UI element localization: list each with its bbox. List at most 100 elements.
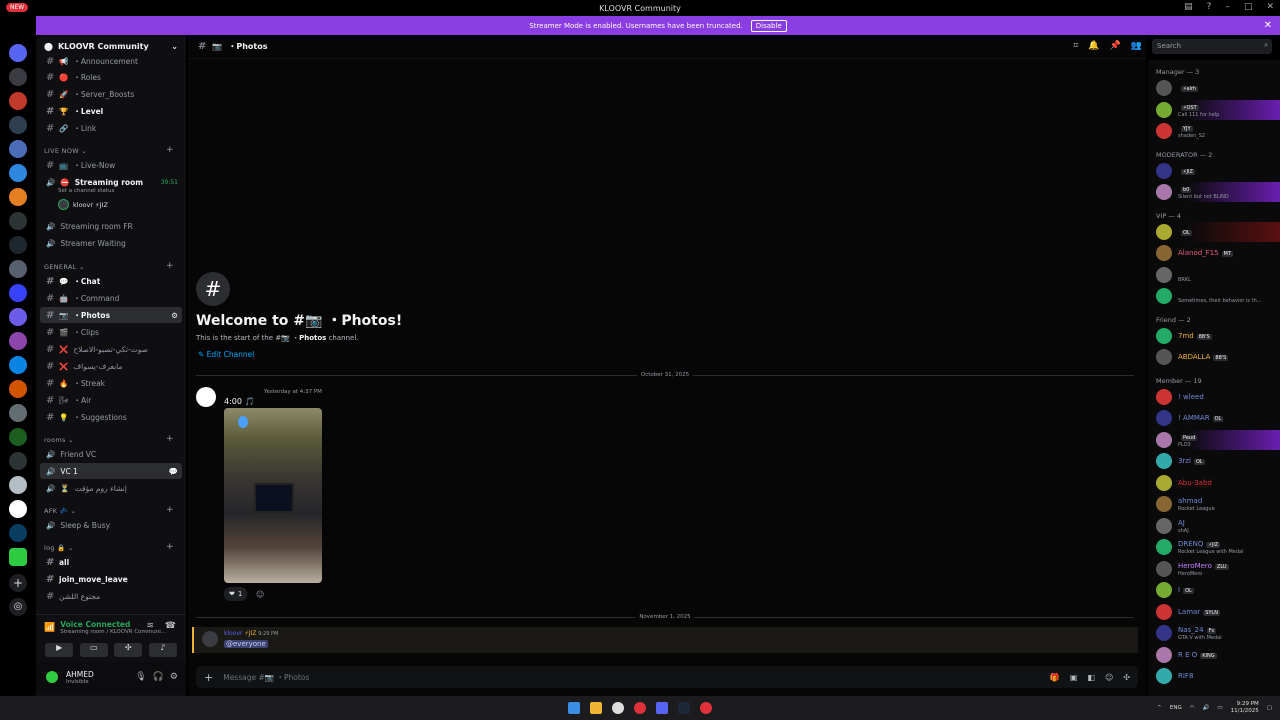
channel-suggestions[interactable]: # 💡 ・Suggestions	[40, 409, 182, 425]
channel-live-now[interactable]: # 📺 ・Live-Now	[40, 157, 182, 173]
member-row[interactable]: DRENQ ⚡JIZ Rocket League with Medal	[1148, 537, 1280, 557]
member-row[interactable]: ! AMMAR OL	[1148, 408, 1280, 428]
steam-icon[interactable]	[678, 702, 690, 714]
minimize-button[interactable]: –	[1225, 2, 1230, 12]
avatar[interactable]	[202, 631, 218, 647]
server-icon[interactable]	[9, 284, 27, 302]
language-indicator[interactable]: ENG	[1170, 705, 1182, 711]
signal-icon[interactable]: 📶	[44, 623, 55, 633]
server-icon[interactable]	[9, 212, 27, 230]
server-icon[interactable]	[9, 500, 27, 518]
channel-photos[interactable]: # 📷 ・Photos ⚙	[40, 307, 182, 323]
member-row[interactable]: BRKL	[1148, 265, 1280, 285]
server-icon[interactable]	[9, 524, 27, 542]
photo-attachment[interactable]	[224, 408, 322, 583]
server-icon[interactable]	[9, 452, 27, 470]
channel-command[interactable]: # 🤖 ・Command	[40, 290, 182, 306]
add-channel-icon[interactable]: +	[166, 145, 174, 155]
gif-icon[interactable]: ▣	[1070, 673, 1078, 682]
notification-icon[interactable]: ▢	[1267, 705, 1272, 711]
member-row[interactable]: Sometimes, their behavior is th...	[1148, 286, 1280, 306]
disable-streamer-button[interactable]: Disable	[750, 19, 787, 32]
voice-channel-streamer-waiting[interactable]: 🔊 Streamer Waiting	[40, 235, 182, 251]
chevron-up-icon[interactable]: ⌃	[1157, 705, 1162, 711]
volume-icon[interactable]: 🔊	[1203, 705, 1210, 711]
clock[interactable]: 9:29 PM 11/1/2025	[1231, 701, 1259, 715]
voice-channel-create-temp[interactable]: 🔊 ⏳ إنشاء روم مؤقت	[40, 480, 182, 496]
start-icon[interactable]	[568, 702, 580, 714]
channel-arabic-log[interactable]: # مجتوع اللشن	[40, 588, 182, 604]
add-channel-icon[interactable]: +	[166, 434, 174, 444]
channel-level[interactable]: # 🏆 ・Level	[40, 103, 182, 119]
threads-icon[interactable]: ⌗	[1073, 41, 1078, 51]
message-input[interactable]: + Message #📷 ・Photos 🎁 ▣ ◧ ☺ ✣	[196, 666, 1138, 688]
disconnect-icon[interactable]: ☎	[165, 621, 176, 631]
help-icon[interactable]: ?	[1207, 2, 1212, 12]
message-author[interactable]: kloovr	[224, 630, 243, 637]
everyone-mention[interactable]: @everyone	[224, 640, 268, 648]
avatar[interactable]	[196, 387, 216, 407]
mic-icon[interactable]: 🎙	[135, 672, 146, 682]
member-row[interactable]: ABDALLA 88'S	[1148, 347, 1280, 367]
camera-off-button[interactable]: ▶	[45, 643, 74, 657]
server-icon[interactable]	[9, 356, 27, 374]
member-row[interactable]: Abu-3abd	[1148, 473, 1280, 493]
attach-plus-icon[interactable]: +	[204, 671, 213, 684]
member-row[interactable]: Alanod_F15 MT	[1148, 243, 1280, 263]
server-icon[interactable]	[9, 308, 27, 326]
voice-channel-streaming-room-fr[interactable]: 🔊 Streaming room FR	[40, 218, 182, 234]
server-icon[interactable]	[9, 116, 27, 134]
noise-suppression-icon[interactable]: ≋	[146, 621, 154, 631]
channel-arabic-2[interactable]: # ❌ مابعرف-يسواف	[40, 358, 182, 374]
channel-announcement[interactable]: # 📢 ・Announcement	[40, 53, 182, 69]
channel-roles[interactable]: # 🔴 ・Roles	[40, 69, 182, 85]
server-icon[interactable]	[9, 68, 27, 86]
member-row[interactable]: ahmad Rocket League	[1148, 494, 1280, 514]
category-general[interactable]: GENERAL ⌄ +	[44, 261, 174, 271]
app-icon[interactable]	[700, 702, 712, 714]
member-row[interactable]: ⚡JIZ	[1148, 161, 1280, 181]
member-row[interactable]: OL	[1148, 221, 1280, 242]
member-row[interactable]: RIF8	[1148, 666, 1280, 686]
maximize-button[interactable]: □	[1244, 2, 1253, 12]
kick-server-icon[interactable]	[9, 548, 27, 566]
category-log[interactable]: log 🔒 ⌄ +	[44, 542, 174, 552]
server-icon[interactable]	[9, 476, 27, 494]
reaction-heart[interactable]: ❤ 1	[224, 587, 248, 601]
activities-button[interactable]: ✣	[114, 643, 143, 657]
member-row[interactable]: Nas_24 Fs GTA V with Medal	[1148, 623, 1280, 643]
member-row[interactable]: 7md 88'S	[1148, 326, 1280, 346]
chrome-icon[interactable]	[634, 702, 646, 714]
server-icon[interactable]	[9, 92, 27, 110]
gear-icon[interactable]: ⚙	[170, 672, 178, 682]
voice-channel-friend-vc[interactable]: 🔊 Friend VC	[40, 446, 182, 462]
add-server-icon[interactable]: +	[9, 574, 27, 592]
battery-icon[interactable]: ▭	[1217, 705, 1222, 711]
file-explorer-icon[interactable]	[590, 702, 602, 714]
wifi-icon[interactable]: ◠	[1190, 705, 1195, 711]
member-row[interactable]: b0 Silent but not BLIND	[1148, 182, 1280, 202]
member-row[interactable]: ⚡OST Call 111 for help	[1148, 99, 1280, 120]
bell-icon[interactable]: 🔔	[1088, 41, 1099, 51]
channel-server-boosts[interactable]: # 🚀 ・Server_Boosts	[40, 86, 182, 102]
member-row[interactable]: Peud PLO3	[1148, 429, 1280, 450]
soundboard-button[interactable]: ♪	[148, 643, 177, 657]
member-row[interactable]: ! wleed	[1148, 387, 1280, 407]
headphones-icon[interactable]: 🎧	[153, 672, 164, 682]
category-live-now[interactable]: LIVE NOW ⌄ +	[44, 145, 174, 155]
channel-chat[interactable]: # 💬 ・Chat	[40, 273, 182, 289]
server-icon[interactable]	[9, 140, 27, 158]
member-row[interactable]: 3rzi OL	[1148, 451, 1280, 471]
chat-icon[interactable]: 💬	[169, 467, 178, 476]
channel-all[interactable]: # all	[40, 554, 182, 570]
member-row[interactable]: YJY shaden_S2	[1148, 121, 1280, 141]
server-icon[interactable]	[9, 380, 27, 398]
explore-icon[interactable]: ◎	[9, 598, 27, 616]
close-banner-icon[interactable]: ✕	[1264, 20, 1272, 31]
channel-status[interactable]: Set a channel status	[58, 188, 114, 194]
channel-arabic-1[interactable]: # ❌ صوت-تكي-تصبو-الاصلاح	[40, 341, 182, 357]
member-row[interactable]: ⚡alrh	[1148, 78, 1280, 98]
settings-icon[interactable]	[612, 702, 624, 714]
sticker-icon[interactable]: ◧	[1087, 673, 1095, 682]
gear-icon[interactable]: ⚙	[171, 311, 178, 320]
